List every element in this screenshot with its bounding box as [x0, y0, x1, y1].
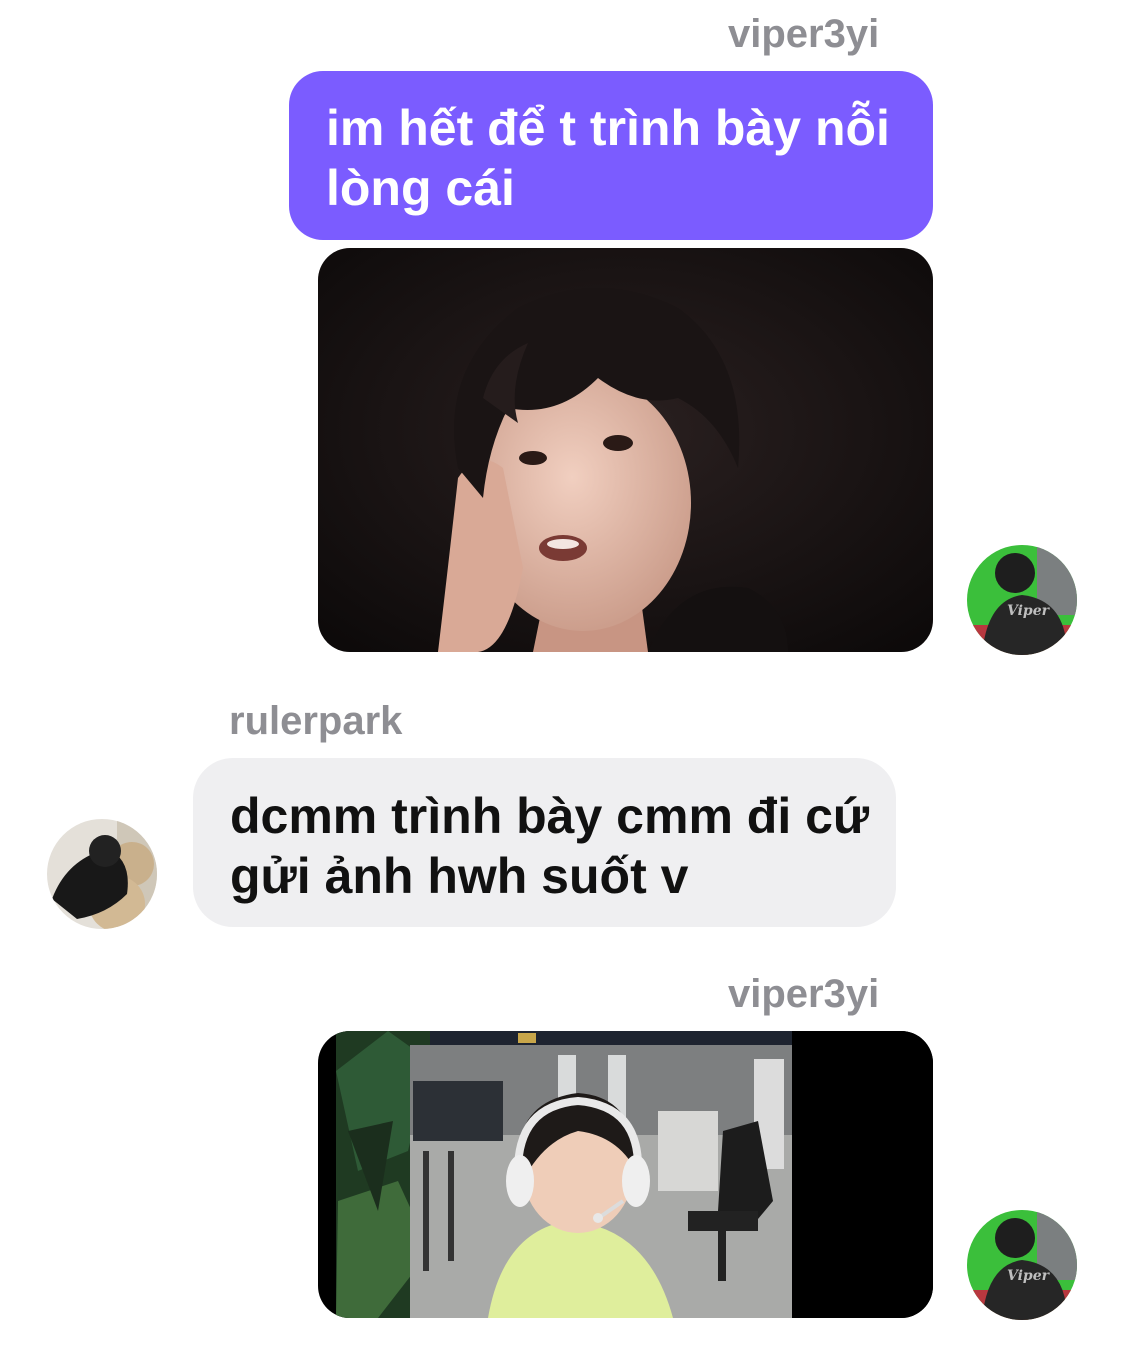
user-avatar-icon: Viper: [967, 1210, 1077, 1320]
message-text-line: dcmm trình bày cmm đi cứ: [230, 788, 870, 844]
message-text-line: lòng cái: [326, 160, 515, 216]
message-bubble-incoming[interactable]: dcmm trình bày cmm đi cứ gửi ảnh hwh suố…: [193, 758, 896, 927]
user-avatar-icon: [47, 819, 157, 929]
message-bubble-outgoing[interactable]: im hết để t trình bày nỗi lòng cái: [289, 71, 933, 240]
avatar[interactable]: [47, 819, 157, 929]
photo-icon: [318, 248, 933, 652]
sender-name: viper3yi: [728, 12, 880, 56]
avatar[interactable]: Viper: [967, 545, 1077, 655]
avatar-shirt-text: Viper: [1007, 1268, 1051, 1284]
user-avatar-icon: Viper: [967, 545, 1077, 655]
message-text-line: gửi ảnh hwh suốt v: [230, 848, 689, 904]
video-screenshot-icon: [318, 1031, 933, 1318]
avatar-shirt-text: Viper: [1007, 603, 1051, 619]
image-message[interactable]: [318, 248, 933, 652]
avatar[interactable]: Viper: [967, 1210, 1077, 1320]
image-message[interactable]: [318, 1031, 933, 1318]
sender-name: viper3yi: [728, 972, 880, 1016]
message-text-line: im hết để t trình bày nỗi: [326, 100, 890, 156]
sender-name: rulerpark: [229, 699, 403, 743]
chat-thread: viper3yi im hết để t trình bày nỗi lòng …: [0, 0, 1125, 1346]
